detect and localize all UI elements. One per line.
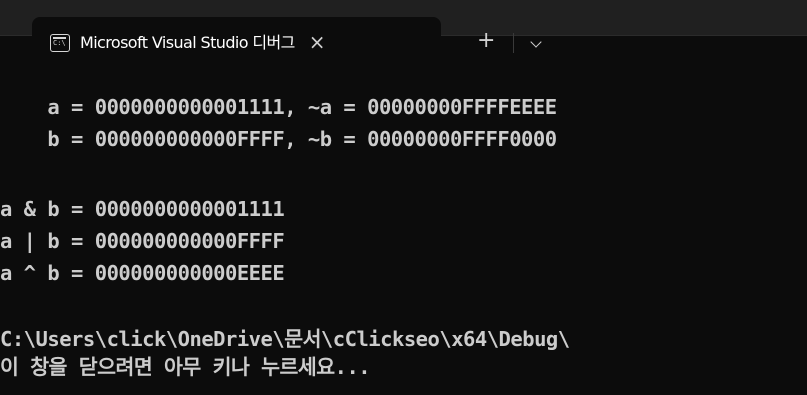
tab-title: Microsoft Visual Studio 디버그 — [80, 33, 295, 52]
console-output[interactable]: a = 0000000000001111, ~a = 00000000FFFFE… — [0, 77, 807, 395]
tab-divider — [513, 33, 514, 53]
console-prompt-line: 이 창을 닫으려면 아무 키나 누르세요... — [0, 355, 371, 379]
close-icon[interactable]: × — [309, 31, 326, 53]
console-line: C:\Users\click\OneDrive\문서\cClickseo\x64… — [0, 327, 570, 351]
console-line: a ^ b = 000000000000EEEE — [0, 261, 285, 285]
console-line: a | b = 000000000000FFFF — [0, 229, 285, 253]
terminal-window: C:\ Microsoft Visual Studio 디버그 × + a = … — [0, 0, 807, 395]
terminal-icon: C:\ — [50, 34, 70, 52]
console-line: b = 000000000000FFFF, ~b = 00000000FFFF0… — [0, 127, 557, 151]
tab-debug-console[interactable]: C:\ Microsoft Visual Studio 디버그 × — [32, 17, 441, 77]
console-line: a = 0000000000001111, ~a = 00000000FFFFE… — [0, 95, 557, 119]
terminal-icon-label: C:\ — [53, 39, 66, 47]
chevron-down-icon[interactable] — [530, 36, 542, 48]
new-tab-button[interactable]: + — [477, 30, 495, 52]
console-line: a & b = 0000000000001111 — [0, 197, 285, 221]
